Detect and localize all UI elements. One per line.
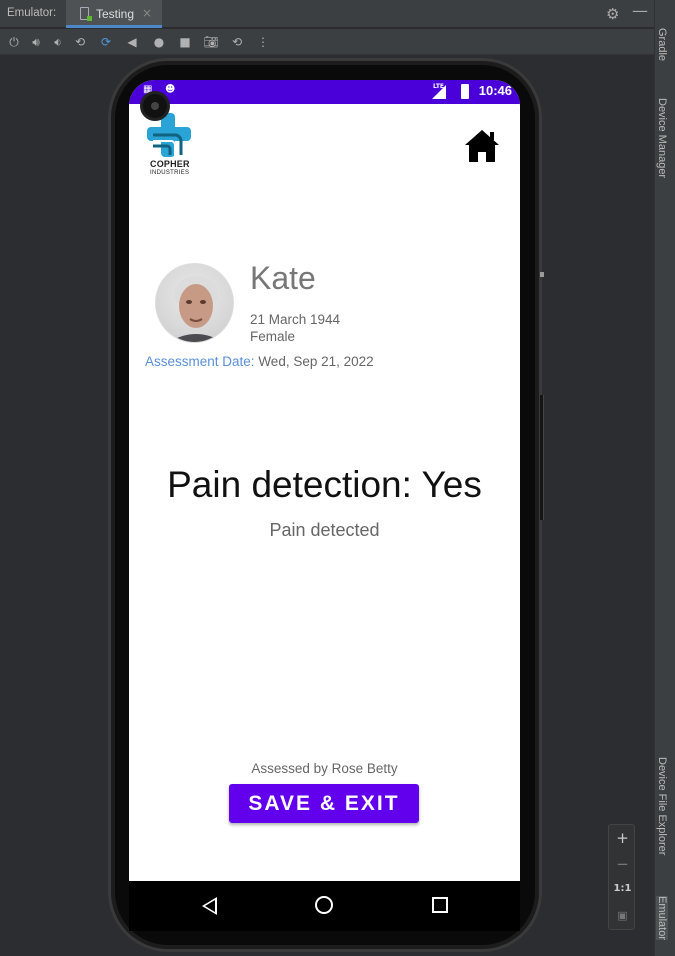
phone-volume-button[interactable]	[540, 395, 544, 520]
power-icon[interactable]: ⏻	[6, 34, 22, 50]
patient-photo	[169, 276, 223, 342]
side-tab-emulator[interactable]: Emulator	[656, 896, 668, 941]
assessment-date: Assessment Date: Wed, Sep 21, 2022	[145, 354, 374, 369]
android-icon: ☻	[165, 84, 176, 95]
close-tab-icon[interactable]: ×	[142, 6, 152, 20]
back-icon[interactable]: ◀	[124, 34, 140, 50]
rotate-right-icon[interactable]: ⟳	[98, 34, 114, 50]
copher-logo: COPHER INDUSTRIES	[147, 113, 199, 179]
tab-testing[interactable]: Testing ×	[66, 0, 162, 28]
android-nav-bar	[129, 881, 520, 931]
device-icon	[80, 7, 92, 21]
zoom-out-button[interactable]: −	[609, 855, 636, 873]
patient-gender: Female	[250, 329, 296, 344]
side-tab-gradle[interactable]: Gradle	[656, 28, 668, 61]
avatar	[155, 263, 234, 343]
ide-tab-bar: Emulator: Testing × ⚙ —	[0, 0, 654, 28]
nav-home-icon[interactable]	[315, 896, 333, 914]
snapshot-icon[interactable]: ⟲	[229, 34, 245, 50]
home-icon	[465, 130, 499, 162]
battery-icon	[461, 84, 469, 99]
save-exit-button[interactable]: SAVE & EXIT	[229, 784, 419, 823]
logo-brand: COPHER	[150, 159, 190, 169]
nav-recents-icon[interactable]	[432, 897, 448, 913]
zoom-controls: + − 1:1 ▣	[608, 824, 635, 930]
assessed-by: Assessed by Rose Betty	[251, 761, 398, 776]
status-time: 10:46	[478, 83, 512, 98]
zoom-in-button[interactable]: +	[609, 829, 636, 847]
rotate-left-icon[interactable]: ⟲	[72, 34, 88, 50]
volume-up-icon[interactable]: 🔊︎	[28, 34, 44, 50]
status-bar: ▦ ☻ LTE 10:46	[129, 80, 520, 104]
network-type: LTE	[433, 83, 445, 90]
tab-testing-label: Testing	[96, 7, 135, 21]
nav-back-icon[interactable]	[202, 897, 217, 915]
emulator-panel-label: Emulator:	[7, 7, 57, 19]
overview-icon[interactable]: ■	[177, 34, 193, 50]
front-camera	[140, 91, 170, 121]
gear-icon[interactable]: ⚙	[606, 5, 619, 23]
screenshot-icon[interactable]: 📷︎	[203, 34, 219, 50]
pain-result-subtitle: Pain detected	[269, 520, 380, 540]
minimize-icon[interactable]: —	[632, 1, 648, 20]
side-tab-device-manager[interactable]: Device Manager	[656, 98, 668, 178]
side-tab-device-file-explorer[interactable]: Device File Explorer	[656, 757, 668, 855]
more-icon[interactable]: ⋮	[255, 34, 271, 50]
emulator-toolbar: ⏻ 🔊︎ 🔉︎ ⟲ ⟳ ◀ ● ■ 📷︎ ⟲ ⋮	[0, 29, 654, 55]
home-button[interactable]	[463, 128, 501, 164]
phone-side-button[interactable]	[540, 272, 544, 277]
zoom-actual-button[interactable]: 1:1	[609, 883, 636, 894]
patient-dob: 21 March 1944	[250, 312, 341, 327]
volume-down-icon[interactable]: 🔉︎	[50, 34, 66, 50]
pain-result-heading: Pain detection: Yes	[167, 464, 482, 505]
logo-tagline: INDUSTRIES	[150, 170, 190, 176]
assessment-date-label: Assessment Date:	[145, 354, 255, 369]
home-icon[interactable]: ●	[151, 34, 167, 50]
app-screen: ▦ ☻ LTE 10:46 COPHER INDUSTRIES Kate 21 …	[129, 80, 520, 881]
zoom-fit-icon[interactable]: ▣	[609, 909, 636, 922]
patient-name: Kate	[250, 260, 316, 296]
assessment-date-value: Wed, Sep 21, 2022	[258, 354, 374, 369]
